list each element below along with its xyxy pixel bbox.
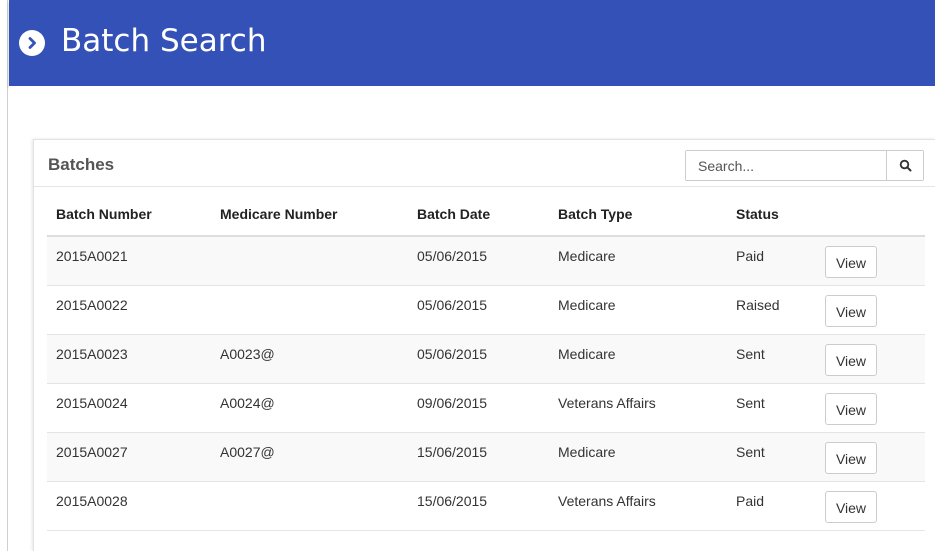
chevron-circle-right-icon [19, 30, 45, 56]
cell-batch-date: 05/06/2015 [408, 236, 549, 286]
table-row: 2015A0024 A0024@ 09/06/2015 Veterans Aff… [47, 383, 925, 433]
cell-batch-date: 15/06/2015 [408, 432, 549, 482]
cell-medicare-number [211, 236, 408, 286]
column-header-batch-date: Batch Date [408, 206, 549, 237]
batches-table: Batch Number Medicare Number Batch Date … [47, 206, 925, 531]
cell-batch-date: 05/06/2015 [408, 334, 549, 384]
cell-medicare-number: A0023@ [211, 334, 408, 384]
cell-medicare-number: A0024@ [211, 383, 408, 433]
cell-action: View [816, 432, 925, 482]
cell-action: View [816, 334, 925, 384]
cell-action: View [816, 285, 925, 335]
cell-status: Raised [727, 285, 816, 335]
cell-batch-type: Medicare [549, 334, 727, 384]
page-title: Batch Search [61, 23, 267, 59]
window-left-edge [0, 0, 8, 551]
view-button[interactable]: View [825, 441, 877, 474]
cell-batch-type: Medicare [549, 236, 727, 286]
cell-status: Paid [727, 481, 816, 531]
search-button[interactable] [886, 151, 923, 180]
cell-batch-number: 2015A0024 [47, 383, 211, 433]
cell-batch-number: 2015A0023 [47, 334, 211, 384]
column-header-batch-number: Batch Number [47, 206, 211, 237]
cell-action: View [816, 481, 925, 531]
search-input[interactable] [686, 151, 887, 180]
cell-medicare-number: A0027@ [211, 432, 408, 482]
cell-batch-number: 2015A0027 [47, 432, 211, 482]
cell-status: Sent [727, 383, 816, 433]
table-row: 2015A0028 15/06/2015 Veterans Affairs Pa… [47, 481, 925, 531]
column-header-actions [816, 206, 925, 237]
cell-batch-number: 2015A0022 [47, 285, 211, 335]
view-button[interactable]: View [825, 246, 877, 278]
cell-action: View [816, 383, 925, 433]
cell-medicare-number [211, 481, 408, 531]
cell-batch-number: 2015A0028 [47, 481, 211, 531]
cell-batch-number: 2015A0021 [47, 236, 211, 286]
column-header-status: Status [727, 206, 816, 237]
cell-batch-type: Medicare [549, 432, 727, 482]
view-button[interactable]: View [825, 294, 877, 327]
cell-batch-type: Medicare [549, 285, 727, 335]
view-button[interactable]: View [825, 392, 877, 425]
column-header-medicare-number: Medicare Number [211, 206, 408, 237]
cell-status: Paid [727, 236, 816, 286]
cell-batch-date: 09/06/2015 [408, 383, 549, 433]
panel-title: Batches [48, 155, 115, 174]
search-box [685, 150, 924, 181]
table-row: 2015A0027 A0027@ 15/06/2015 Medicare Sen… [47, 432, 925, 482]
table-row: 2015A0021 05/06/2015 Medicare Paid View [47, 236, 925, 286]
cell-status: Sent [727, 334, 816, 384]
panel-header: Batches [34, 140, 935, 187]
table-row: 2015A0023 A0023@ 05/06/2015 Medicare Sen… [47, 334, 925, 384]
table-header-row: Batch Number Medicare Number Batch Date … [47, 206, 925, 237]
cell-batch-date: 15/06/2015 [408, 481, 549, 531]
cell-action: View [816, 236, 925, 286]
view-button[interactable]: View [825, 490, 877, 523]
cell-medicare-number [211, 285, 408, 335]
cell-status: Sent [727, 432, 816, 482]
column-header-batch-type: Batch Type [549, 206, 727, 237]
view-button[interactable]: View [825, 343, 877, 376]
search-icon [899, 159, 912, 172]
table-row: 2015A0022 05/06/2015 Medicare Raised Vie… [47, 285, 925, 335]
batches-panel: Batches Batch Number Medicare Number Bat… [33, 139, 935, 551]
cell-batch-type: Veterans Affairs [549, 383, 727, 433]
page-header: Batch Search [9, 0, 935, 86]
cell-batch-type: Veterans Affairs [549, 481, 727, 531]
cell-batch-date: 05/06/2015 [408, 285, 549, 335]
